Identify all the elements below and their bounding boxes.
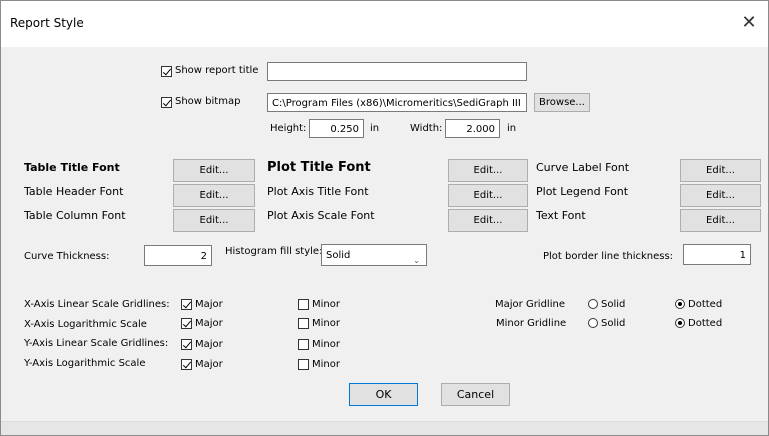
cancel-button[interactable]: Cancel <box>441 383 510 406</box>
major-gridline-solid-label: Solid <box>601 299 626 310</box>
x-log-minor-checkbox[interactable] <box>298 318 309 329</box>
show-bitmap-checkbox[interactable] <box>161 97 172 108</box>
x-log-major-label: Major <box>195 318 223 329</box>
minor-gridline-label: Minor Gridline <box>496 318 567 329</box>
width-unit: in <box>507 123 517 134</box>
plot-border-thickness-input[interactable]: 1 <box>683 244 751 265</box>
y-log-minor-checkbox[interactable] <box>298 359 309 370</box>
width-input[interactable]: 2.000 <box>445 119 500 138</box>
x-axis-log-label: X-Axis Logarithmic Scale <box>24 319 147 330</box>
major-gridline-label: Major Gridline <box>495 299 565 310</box>
x-linear-major-label: Major <box>195 299 223 310</box>
y-axis-linear-label: Y-Axis Linear Scale Gridlines: <box>24 338 169 349</box>
y-linear-minor-checkbox[interactable] <box>298 339 309 350</box>
minor-gridline-dotted-label: Dotted <box>688 318 723 329</box>
height-unit: in <box>370 123 380 134</box>
edit-curve-label-font-button[interactable]: Edit... <box>680 159 761 182</box>
minor-gridline-solid-radio[interactable] <box>588 318 598 328</box>
table-column-font-label: Table Column Font <box>24 209 126 222</box>
text-font-label: Text Font <box>536 209 586 222</box>
plot-axis-scale-font-label: Plot Axis Scale Font <box>267 209 375 222</box>
edit-text-font-button[interactable]: Edit... <box>680 209 761 232</box>
histogram-fill-style-select[interactable]: Solid ⌄ <box>321 244 427 266</box>
plot-border-thickness-label: Plot border line thickness: <box>543 251 674 262</box>
minor-gridline-solid-label: Solid <box>601 318 626 329</box>
x-log-minor-label: Minor <box>312 318 340 329</box>
show-report-title-label: Show report title <box>175 65 259 76</box>
edit-table-column-font-button[interactable]: Edit... <box>173 209 255 232</box>
y-log-minor-label: Minor <box>312 359 340 370</box>
browse-button[interactable]: Browse... <box>534 93 590 112</box>
report-style-dialog: Report Style ✕ Show report title Show bi… <box>0 0 769 436</box>
plot-legend-font-label: Plot Legend Font <box>536 185 629 198</box>
histogram-fill-style-value: Solid <box>326 250 351 261</box>
y-axis-log-label: Y-Axis Logarithmic Scale <box>24 358 146 369</box>
close-icon[interactable]: ✕ <box>736 11 762 35</box>
bitmap-path-input[interactable]: C:\Program Files (x86)\Micromeritics\Sed… <box>267 93 527 112</box>
title-bar: Report Style ✕ <box>1 1 768 47</box>
y-linear-major-checkbox[interactable] <box>181 339 192 350</box>
report-title-input[interactable] <box>267 62 527 81</box>
edit-plot-legend-font-button[interactable]: Edit... <box>680 184 761 207</box>
x-linear-major-checkbox[interactable] <box>181 299 192 310</box>
x-log-major-checkbox[interactable] <box>181 318 192 329</box>
curve-label-font-label: Curve Label Font <box>536 161 630 174</box>
dialog-title: Report Style <box>10 16 84 30</box>
major-gridline-dotted-label: Dotted <box>688 299 723 310</box>
height-label: Height: <box>270 123 307 134</box>
y-linear-minor-label: Minor <box>312 339 340 350</box>
edit-plot-axis-scale-font-button[interactable]: Edit... <box>448 209 528 232</box>
histogram-fill-style-label: Histogram fill style: <box>225 246 323 257</box>
curve-thickness-label: Curve Thickness: <box>24 251 110 262</box>
x-axis-linear-label: X-Axis Linear Scale Gridlines: <box>24 299 170 310</box>
major-gridline-solid-radio[interactable] <box>588 299 598 309</box>
height-input[interactable]: 0.250 <box>309 119 364 138</box>
chevron-down-icon: ⌄ <box>413 256 420 265</box>
minor-gridline-dotted-radio[interactable] <box>675 318 685 328</box>
y-log-major-checkbox[interactable] <box>181 359 192 370</box>
x-linear-minor-label: Minor <box>312 299 340 310</box>
edit-plot-title-font-button[interactable]: Edit... <box>448 159 528 182</box>
curve-thickness-input[interactable]: 2 <box>144 245 212 266</box>
y-linear-major-label: Major <box>195 339 223 350</box>
y-log-major-label: Major <box>195 359 223 370</box>
x-linear-minor-checkbox[interactable] <box>298 299 309 310</box>
plot-title-font-label: Plot Title Font <box>267 160 371 175</box>
ok-button[interactable]: OK <box>349 383 418 406</box>
show-bitmap-label: Show bitmap <box>175 96 241 107</box>
show-report-title-checkbox[interactable] <box>161 66 172 77</box>
dialog-bottom-edge <box>1 421 768 435</box>
edit-table-header-font-button[interactable]: Edit... <box>173 184 255 207</box>
edit-plot-axis-title-font-button[interactable]: Edit... <box>448 184 528 207</box>
table-header-font-label: Table Header Font <box>24 185 124 198</box>
plot-axis-title-font-label: Plot Axis Title Font <box>267 185 369 198</box>
table-title-font-label: Table Title Font <box>24 161 120 174</box>
width-label: Width: <box>410 123 443 134</box>
edit-table-title-font-button[interactable]: Edit... <box>173 159 255 182</box>
major-gridline-dotted-radio[interactable] <box>675 299 685 309</box>
